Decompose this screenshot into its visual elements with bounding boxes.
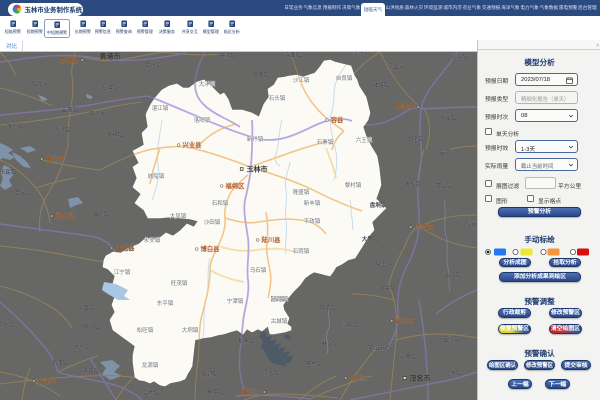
svg-text:城隍镇: 城隍镇 [148, 172, 165, 180]
svg-text:大岭乡: 大岭乡 [89, 109, 106, 117]
svg-text:大凤镇: 大凤镇 [170, 212, 187, 220]
svg-text:平政镇: 平政镇 [304, 217, 321, 225]
svg-text:南乡镇: 南乡镇 [15, 189, 32, 197]
svg-text:永安镇: 永安镇 [144, 236, 161, 244]
svg-text:盘垌镇: 盘垌镇 [370, 201, 387, 209]
svg-text:福绵区: 福绵区 [225, 181, 246, 190]
svg-text:浦北县: 浦北县 [116, 243, 136, 252]
svg-text:官桥镇: 官桥镇 [306, 360, 323, 368]
svg-text:松旺镇: 松旺镇 [137, 326, 154, 334]
svg-text:岭景镇: 岭景镇 [452, 53, 469, 61]
svg-text:古城镇: 古城镇 [271, 317, 288, 325]
svg-text:高州市: 高州市 [396, 316, 416, 325]
svg-text:新塘镇: 新塘镇 [102, 84, 119, 92]
svg-text:廉江市: 廉江市 [242, 387, 262, 396]
svg-text:石康镇: 石康镇 [52, 359, 69, 367]
svg-text:陆川县: 陆川县 [262, 235, 282, 244]
svg-text:古丁镇: 古丁镇 [445, 271, 462, 279]
svg-text:新丰镇: 新丰镇 [304, 199, 321, 207]
svg-text:沙田镇: 沙田镇 [342, 321, 359, 329]
svg-text:信宜市: 信宜市 [415, 222, 435, 231]
svg-text:林尘镇: 林尘镇 [322, 340, 339, 348]
svg-text:民乐镇: 民乐镇 [145, 61, 162, 69]
svg-text:江宁镇: 江宁镇 [114, 268, 131, 276]
svg-text:兴业县: 兴业县 [183, 140, 203, 149]
svg-text:石颈镇: 石颈镇 [202, 370, 219, 378]
svg-text:乐民镇: 乐民镇 [0, 168, 17, 176]
svg-text:乌石镇: 乌石镇 [250, 266, 267, 274]
svg-text:新圩镇: 新圩镇 [247, 135, 264, 143]
svg-text:大洋镇: 大洋镇 [199, 80, 216, 88]
svg-text:覃塘区: 覃塘区 [60, 55, 80, 64]
svg-text:泉水镇: 泉水镇 [83, 323, 100, 331]
svg-text:波塘镇: 波塘镇 [373, 81, 390, 89]
svg-text:宁潭镇: 宁潭镇 [227, 297, 244, 305]
svg-text:大垌镇: 大垌镇 [182, 326, 199, 334]
svg-text:石和镇: 石和镇 [212, 199, 229, 207]
svg-text:那务镇: 那务镇 [320, 304, 337, 312]
svg-text:茶山镇: 茶山镇 [436, 182, 453, 190]
svg-text:福旺镇: 福旺镇 [93, 210, 110, 218]
svg-text:朱砂镇: 朱砂镇 [405, 180, 422, 188]
svg-text:和寨镇: 和寨镇 [238, 337, 255, 345]
svg-text:隆盛镇: 隆盛镇 [293, 188, 310, 196]
svg-text:横州市: 横州市 [46, 154, 66, 163]
svg-text:云表镇: 云表镇 [62, 106, 79, 114]
svg-text:龙源镇: 龙源镇 [142, 361, 159, 369]
svg-text:寺面镇: 寺面镇 [285, 51, 302, 59]
svg-text:东平镇: 东平镇 [157, 299, 174, 307]
svg-text:合浦县: 合浦县 [37, 376, 58, 385]
svg-text:自良镇: 自良镇 [336, 74, 353, 82]
svg-text:麻洞镇: 麻洞镇 [220, 52, 237, 60]
svg-text:镇隆镇: 镇隆镇 [375, 259, 392, 267]
svg-text:贵港市: 贵港市 [100, 52, 121, 61]
svg-text:沙江镇: 沙江镇 [293, 76, 310, 84]
svg-text:博白县: 博白县 [201, 244, 221, 253]
svg-text:白石水镇: 白石水镇 [0, 321, 14, 329]
svg-text:笪岭镇: 笪岭镇 [443, 335, 460, 343]
svg-text:黎村镇: 黎村镇 [345, 181, 362, 189]
svg-text:六王镇: 六王镇 [356, 136, 373, 144]
svg-text:化州市: 化州市 [350, 373, 370, 382]
svg-text:玉林市: 玉林市 [247, 165, 268, 174]
svg-text:茂名市: 茂名市 [410, 374, 431, 383]
svg-text:沙田镇: 沙田镇 [204, 218, 221, 226]
svg-text:大隆镇: 大隆镇 [407, 135, 424, 143]
svg-text:宝山街道: 宝山街道 [368, 344, 391, 352]
svg-text:加益镇: 加益镇 [434, 148, 451, 156]
svg-text:容县: 容县 [330, 115, 344, 124]
svg-text:亮桥镇: 亮桥镇 [143, 389, 160, 397]
svg-text:石窝镇: 石窝镇 [293, 247, 310, 255]
svg-text:张黄镇: 张黄镇 [78, 304, 95, 312]
svg-text:石头镇: 石头镇 [269, 94, 286, 102]
svg-text:灵山县: 灵山县 [56, 211, 76, 220]
svg-text:观珠镇: 观珠镇 [445, 369, 462, 377]
svg-text:湛江镇: 湛江镇 [152, 104, 169, 112]
svg-text:镇龙乡: 镇龙乡 [32, 80, 49, 88]
svg-text:大井镇: 大井镇 [380, 284, 397, 292]
svg-text:常乐镇: 常乐镇 [74, 343, 91, 351]
svg-text:闸口镇: 闸口镇 [83, 367, 100, 375]
svg-text:罗秀镇: 罗秀镇 [253, 71, 270, 79]
svg-text:河唇镇: 河唇镇 [263, 369, 280, 377]
svg-text:大界镇: 大界镇 [362, 235, 379, 243]
svg-text:三堡镇: 三堡镇 [388, 62, 405, 70]
svg-text:水汶镇: 水汶镇 [440, 114, 457, 122]
svg-text:石寨镇: 石寨镇 [317, 138, 334, 146]
svg-text:旺茂镇: 旺茂镇 [171, 279, 188, 287]
svg-text:分界镇: 分界镇 [400, 353, 417, 361]
svg-text:陶圩镇: 陶圩镇 [7, 122, 24, 130]
svg-text:马岭镇: 马岭镇 [54, 126, 71, 134]
svg-text:岑溪市: 岑溪市 [396, 102, 416, 111]
svg-text:雅塘镇: 雅塘镇 [207, 388, 224, 396]
svg-text:清湾镇: 清湾镇 [272, 295, 289, 303]
svg-text:木梓镇: 木梓镇 [107, 131, 124, 139]
svg-text:洛阳镇: 洛阳镇 [194, 116, 211, 124]
